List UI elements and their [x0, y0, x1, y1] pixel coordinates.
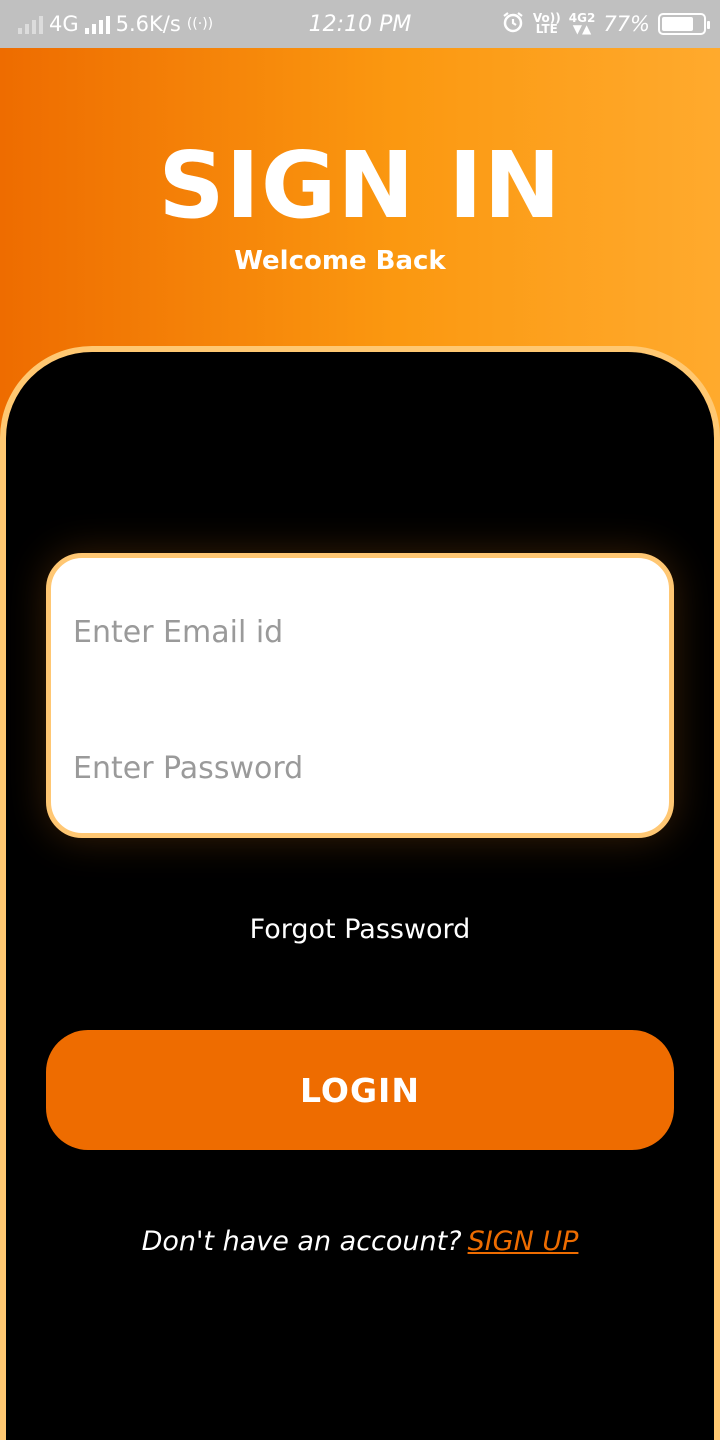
battery-percent: 77% — [603, 12, 650, 36]
email-input[interactable] — [73, 602, 633, 662]
alarm-icon — [501, 10, 525, 39]
status-bar: 4G 5.6K/s ((·)) 12:10 PM Vo)) LTE 4G2 ▼▲… — [0, 0, 720, 48]
page-title: SIGN IN — [158, 132, 562, 239]
battery-fill — [662, 17, 693, 31]
login-button[interactable]: LOGIN — [46, 1030, 674, 1150]
battery-icon — [658, 13, 710, 35]
signup-prompt: Don't have an account? — [141, 1226, 462, 1257]
volte-bottom: LTE — [535, 22, 558, 36]
volte-icon: Vo)) LTE — [533, 12, 561, 36]
signup-row: Don't have an account? SIGN UP — [0, 1226, 720, 1257]
signup-link[interactable]: SIGN UP — [468, 1226, 579, 1257]
password-input[interactable] — [73, 738, 633, 798]
forgot-password-link[interactable]: Forgot Password — [0, 914, 720, 945]
status-right: Vo)) LTE 4G2 ▼▲ 77% — [501, 0, 710, 48]
net2-bottom: ▼▲ — [572, 22, 592, 36]
page-subtitle: Welcome Back — [234, 246, 446, 276]
login-card — [0, 346, 720, 1440]
data-icon: 4G2 ▼▲ — [569, 12, 596, 36]
credentials-box — [46, 553, 674, 838]
